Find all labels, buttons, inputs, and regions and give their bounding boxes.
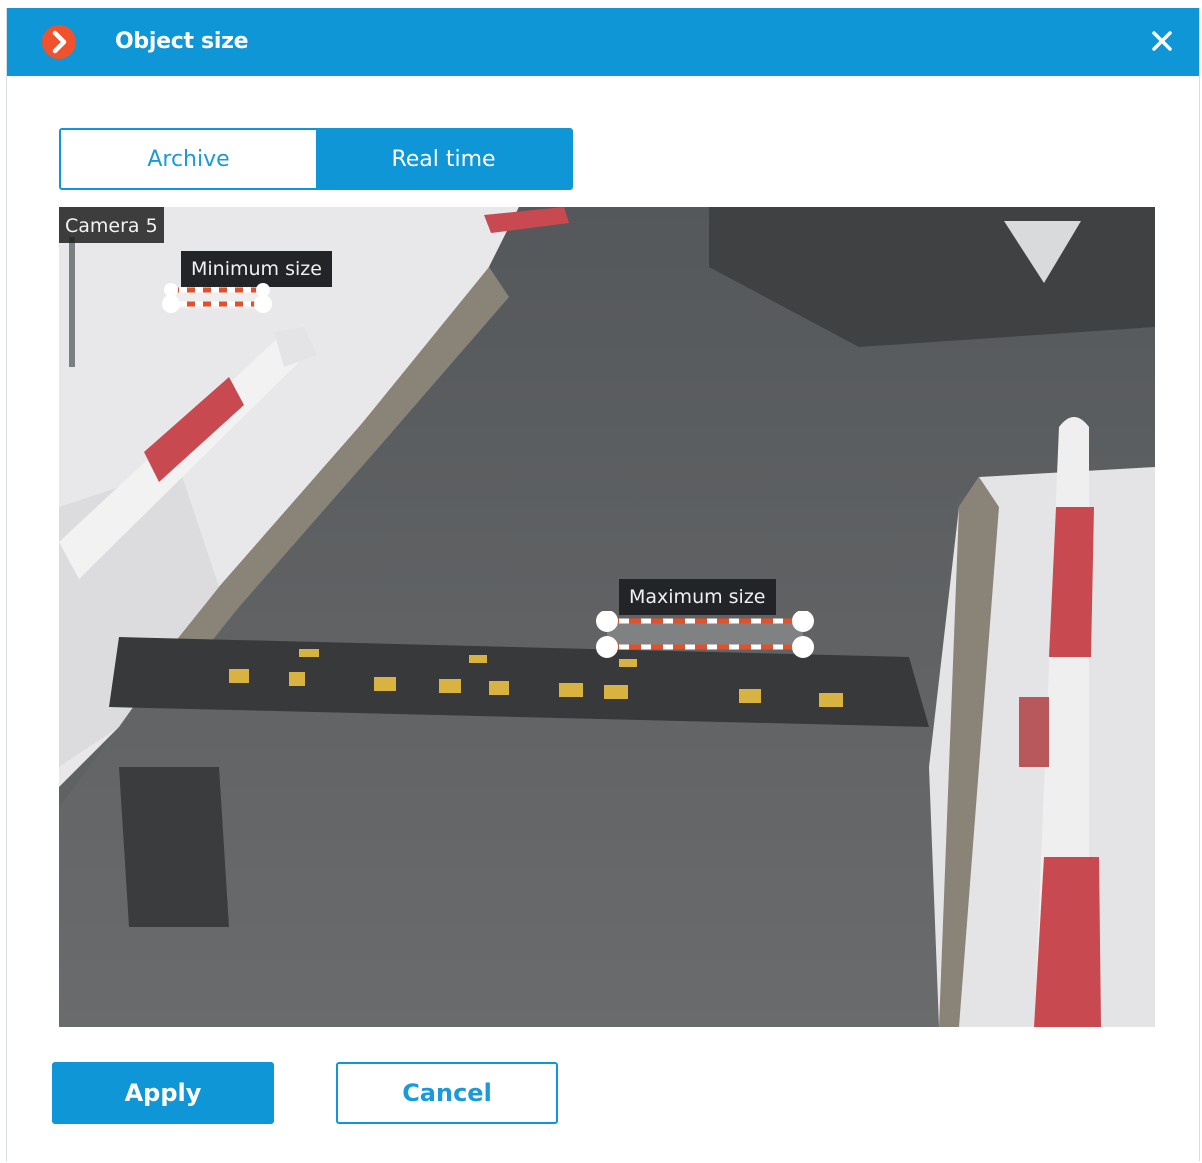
dialog-title: Object size — [115, 29, 249, 54]
camera-view[interactable]: Camera 5 Minimum size Maximum size — [59, 207, 1155, 1027]
minimum-size-marker[interactable] — [159, 283, 279, 315]
tab-real-time[interactable]: Real time — [316, 130, 571, 188]
maximum-size-label: Maximum size — [619, 579, 776, 615]
apply-button[interactable]: Apply — [52, 1062, 274, 1124]
camera-name-label: Camera 5 — [59, 207, 164, 243]
maximum-size-marker[interactable] — [593, 611, 817, 659]
view-mode-tabs: Archive Real time — [59, 128, 573, 190]
close-icon[interactable] — [1147, 26, 1177, 56]
chevron-right-icon — [42, 25, 76, 59]
title-bar: Object size — [7, 8, 1199, 76]
tab-archive[interactable]: Archive — [61, 130, 316, 188]
object-size-dialog: Object size Archive Real time Camera 5 M… — [6, 8, 1200, 1161]
cancel-button[interactable]: Cancel — [336, 1062, 558, 1124]
minimum-size-label: Minimum size — [181, 251, 332, 287]
